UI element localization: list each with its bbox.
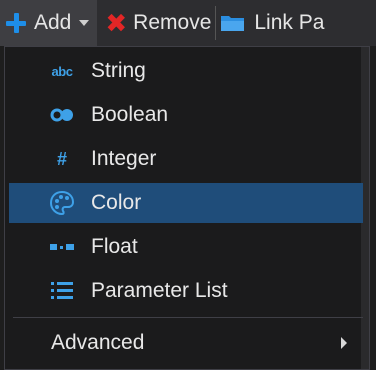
close-icon: ✖ [105, 8, 128, 38]
menu-item-parameter-list[interactable]: Parameter List [9, 271, 363, 311]
add-dropdown-menu: abc String Boolean # Integer Color Float… [4, 46, 370, 370]
menu-item-label: Advanced [51, 331, 145, 354]
add-button-label: Add [34, 11, 72, 34]
folder-icon [220, 13, 246, 33]
menu-item-label: Float [91, 235, 138, 258]
menu-item-float[interactable]: Float [9, 227, 363, 267]
menu-item-label: Boolean [91, 103, 169, 126]
remove-button-label: Remove [133, 11, 212, 34]
hash-icon: # [56, 148, 67, 169]
link-parameter-label: Link Pa [254, 11, 325, 34]
menu-item-color[interactable]: Color [9, 183, 363, 223]
add-button[interactable]: Add [0, 0, 98, 46]
list-icon [45, 274, 79, 308]
menu-divider [13, 317, 363, 318]
link-parameter-button[interactable]: Link Pa [220, 0, 324, 46]
toolbar: Add ✖ Remove Link Pa [0, 0, 376, 46]
chevron-down-icon [79, 20, 90, 26]
abc-icon: abc [51, 63, 73, 79]
toggle-icon [45, 98, 79, 132]
menu-item-string[interactable]: abc String [9, 51, 363, 91]
menu-item-advanced[interactable]: Advanced [9, 323, 363, 363]
float-icon [45, 230, 79, 264]
palette-icon [45, 186, 79, 220]
chevron-right-icon [341, 337, 347, 349]
menu-item-boolean[interactable]: Boolean [9, 95, 363, 135]
plus-icon [6, 13, 26, 33]
toolbar-separator [215, 6, 217, 40]
remove-button[interactable]: ✖ Remove [97, 0, 211, 46]
menu-item-label: Integer [91, 147, 157, 170]
menu-item-integer[interactable]: # Integer [9, 139, 363, 179]
menu-item-label: String [91, 59, 146, 82]
menu-item-label: Parameter List [91, 279, 228, 302]
menu-item-label: Color [91, 191, 142, 214]
